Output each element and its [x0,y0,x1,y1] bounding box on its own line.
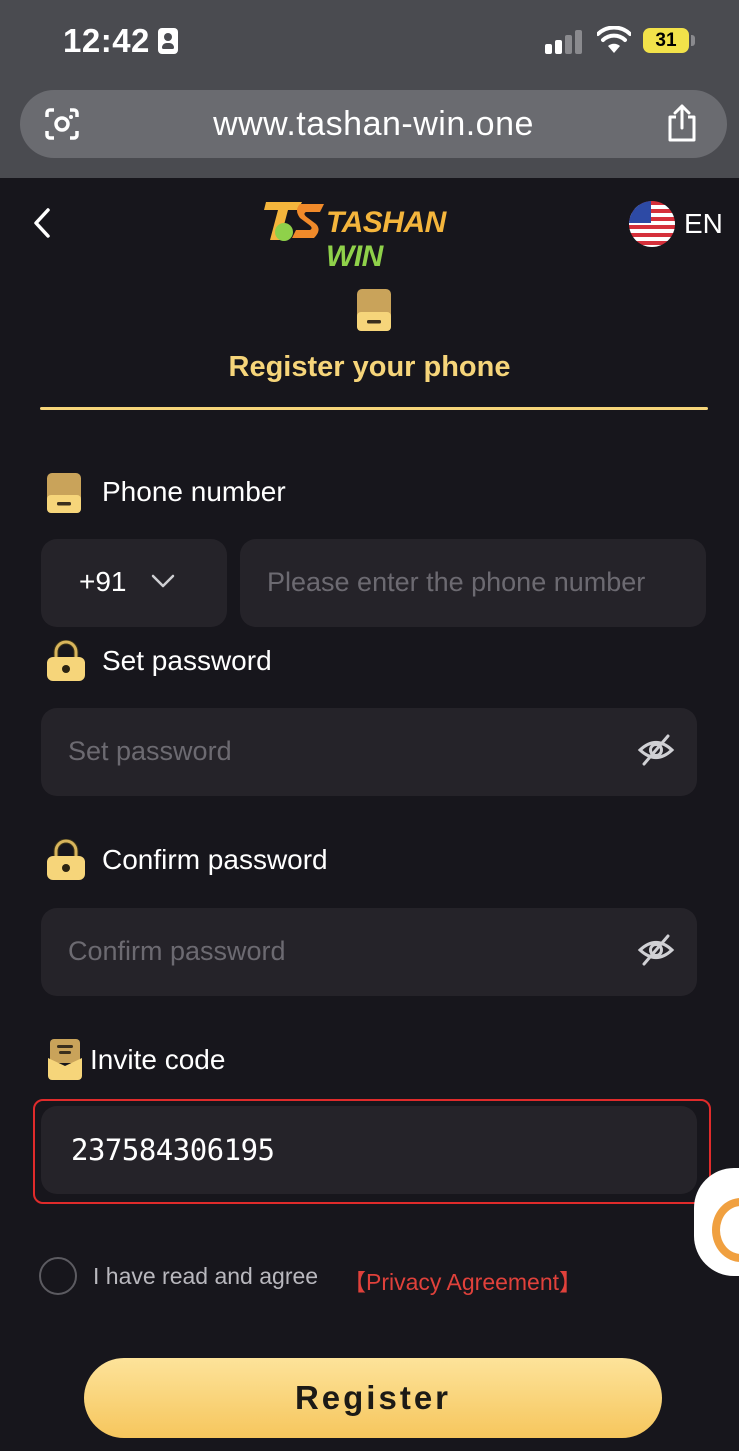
floating-support-button[interactable] [694,1168,739,1276]
us-flag-icon[interactable] [629,201,675,247]
phone-number-input[interactable]: Please enter the phone number [240,539,706,627]
set-password-input[interactable]: Set password [41,708,697,796]
battery-icon: 31 [643,28,689,53]
tashan-win-logo: TASHAN WIN [262,196,492,273]
confirm-password-input[interactable]: Confirm password [41,908,697,996]
phone-number-placeholder: Please enter the phone number [267,567,646,597]
page-title: Register your phone [228,351,511,383]
privacy-agreement-link[interactable]: 【Privacy Agreement】 [343,1263,582,1297]
lock-icon [47,640,85,681]
country-code-value: +91 [79,566,127,597]
status-bar: 12:42 31 [0,0,739,82]
browser-chrome: www.tashan-win.one [0,82,739,178]
logo-word-win: WIN [326,240,383,273]
invite-code-icon [48,1039,82,1080]
wifi-icon [597,26,631,53]
country-code-select[interactable]: +91 [41,539,227,627]
agree-checkbox[interactable] [39,1257,77,1295]
register-page: TASHAN WIN EN Register your phone Phone … [0,178,739,1451]
agree-text: I have read and agree [93,1263,319,1289]
url-text[interactable]: www.tashan-win.one [20,105,727,144]
invite-code-highlight [33,1099,711,1204]
logo-wordmark: TASHAN WIN [326,206,492,274]
set-password-placeholder: Set password [68,736,232,766]
phone-icon [47,473,81,513]
lock-icon [47,839,85,880]
address-bar[interactable]: www.tashan-win.one [20,90,727,158]
battery-level: 31 [655,30,677,51]
set-password-label: Set password [102,645,272,676]
eye-off-icon[interactable] [637,733,675,767]
invite-code-label: Invite code [90,1044,226,1075]
eye-off-icon[interactable] [637,933,675,967]
title-underline [40,407,708,410]
register-button[interactable]: Register [84,1358,662,1438]
chevron-down-icon [151,574,175,588]
battery-tip [691,35,695,46]
contact-card-icon [158,28,178,54]
phone-number-label: Phone number [102,476,286,507]
share-icon[interactable] [665,103,699,143]
phone-icon [357,289,391,331]
language-selector[interactable]: EN [684,208,723,240]
back-arrow-icon[interactable] [30,206,54,240]
cellular-signal-icon [545,28,585,54]
logo-word-tashan: TASHAN [326,206,446,239]
status-time: 12:42 [63,22,150,59]
confirm-password-label: Confirm password [102,844,328,875]
confirm-password-placeholder: Confirm password [68,936,286,966]
logo-emblem-icon [264,202,324,241]
